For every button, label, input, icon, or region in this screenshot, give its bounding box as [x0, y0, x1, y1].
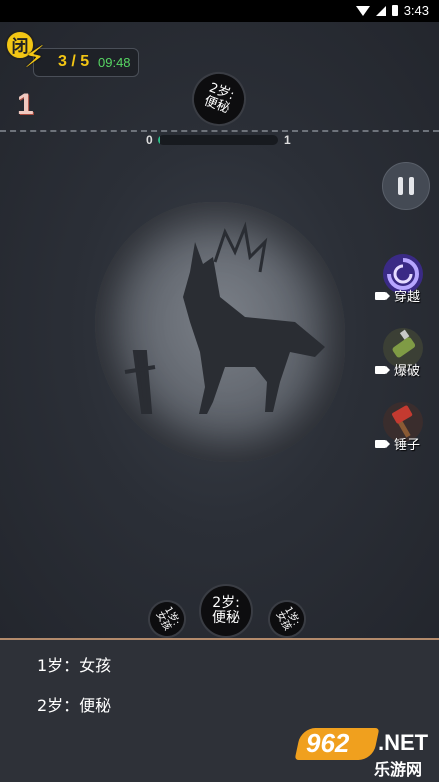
dashed-line [0, 130, 439, 132]
tool-label: 爆破 [375, 360, 435, 379]
cave-wolf-illustration [95, 202, 345, 462]
tool-blast[interactable]: 爆破 [375, 326, 435, 390]
bubble-line1: 2岁: [212, 595, 240, 612]
status-bar: 3:43 [0, 0, 439, 22]
answer-item: 2岁：便秘 [37, 696, 112, 715]
energy-count: 3 / 5 [58, 53, 90, 70]
answer-item: 1岁：女孩 [37, 656, 112, 675]
status-time: 3:43 [403, 3, 429, 18]
video-icon [375, 291, 390, 300]
lightning-icon: ⚡ [24, 40, 46, 75]
wifi-icon [355, 5, 370, 16]
signal-icon [375, 5, 386, 16]
video-icon [375, 365, 390, 374]
energy-panel: 3 / 5 09:48 [33, 48, 139, 77]
video-icon [375, 439, 390, 448]
watermark-subtitle: 乐游网 [374, 762, 423, 779]
wolf-silhouette-icon [124, 221, 325, 414]
watermark-suffix: .NET [378, 730, 429, 755]
tool-crossing[interactable]: 穿越 [375, 252, 435, 316]
pause-button[interactable] [382, 162, 430, 210]
progress-bar [158, 135, 278, 145]
progress-min: 0 [146, 133, 153, 147]
watermark-number: 962 [306, 728, 350, 758]
bubble-line2: 便秘 [212, 610, 240, 626]
level-number: 1 [17, 88, 34, 121]
site-watermark: 962 .NET 乐游网 [294, 722, 433, 779]
pause-bar-icon [409, 177, 414, 195]
pause-bar-icon [398, 177, 403, 195]
energy-timer: 09:48 [98, 55, 131, 70]
tool-label: 穿越 [375, 286, 435, 305]
tool-label: 锤子 [375, 434, 435, 453]
progress-max: 1 [284, 133, 291, 147]
battery-icon [391, 5, 398, 16]
tool-hammer[interactable]: 锤子 [375, 400, 435, 464]
status-icons: 3:43 [355, 3, 429, 18]
bubble-center[interactable]: 2岁: 便秘 [199, 584, 253, 638]
